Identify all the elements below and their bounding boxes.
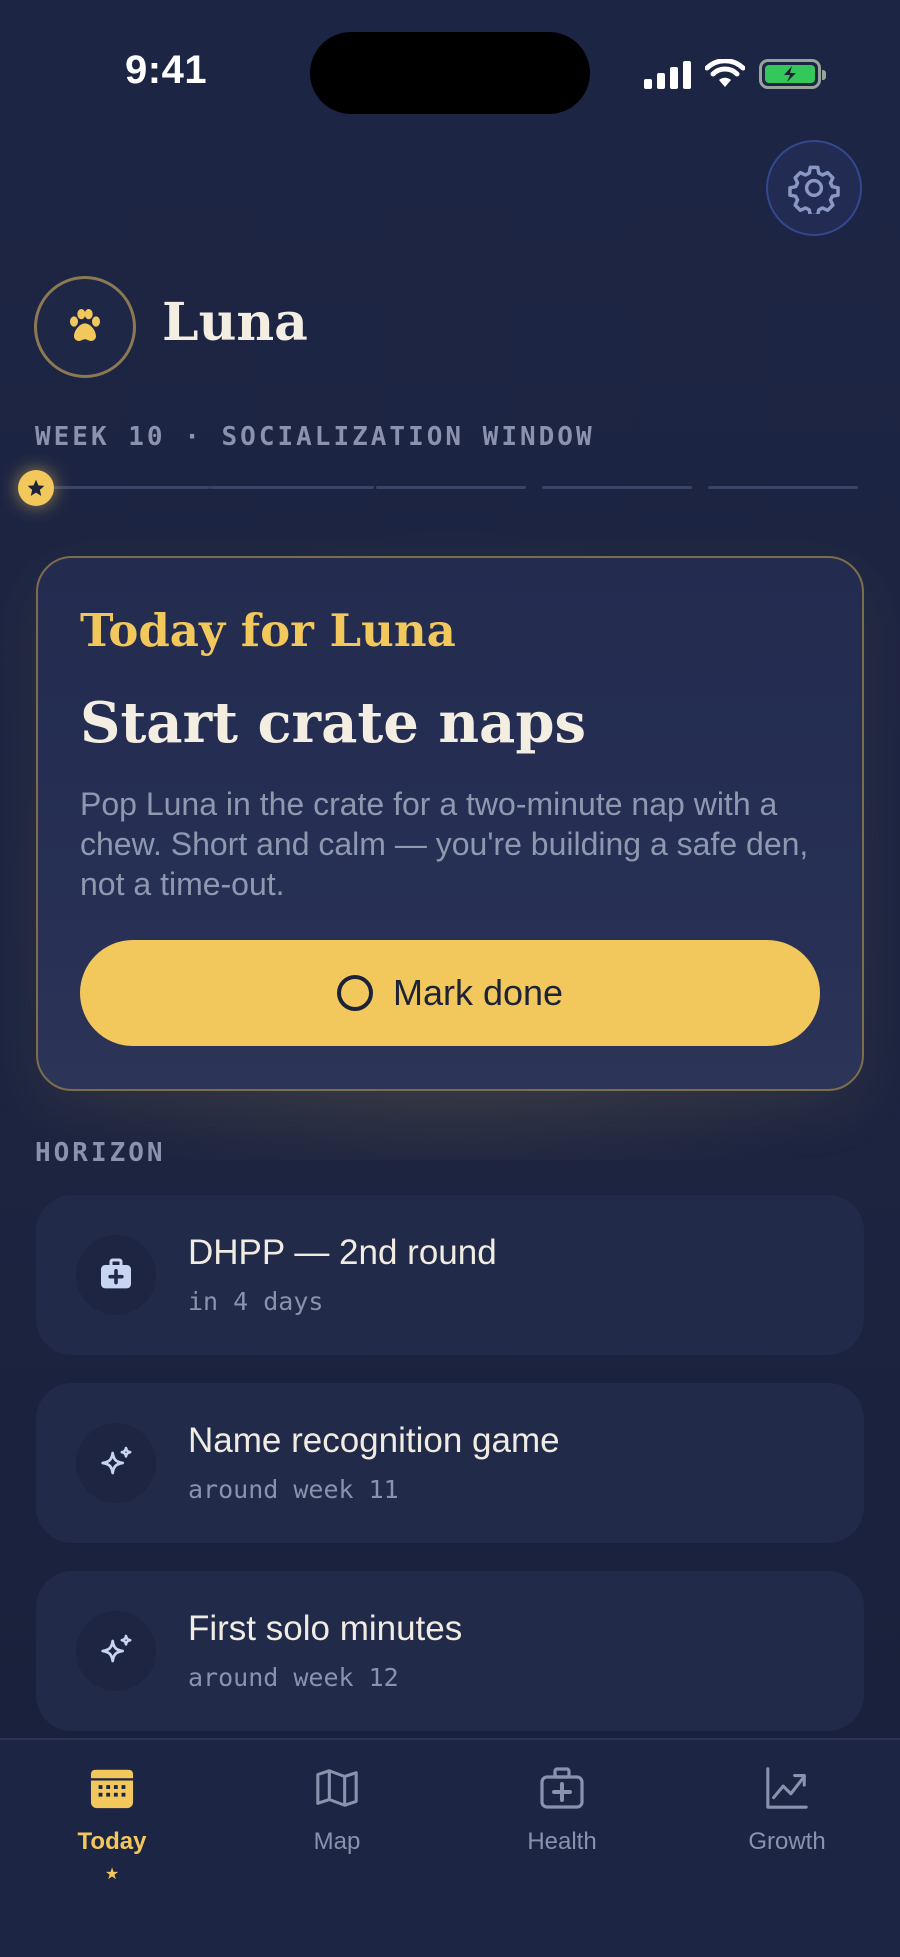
status-bar: 9:41 (0, 0, 900, 150)
horizon-item-subtitle: around week 11 (188, 1475, 399, 1504)
horizon-item-subtitle: in 4 days (188, 1287, 324, 1316)
today-title: Start crate naps (80, 690, 587, 756)
progress-segment (36, 486, 210, 489)
empty-circle-icon (336, 975, 373, 1011)
tab-health[interactable]: Health (472, 1764, 652, 1894)
progress-segment (708, 486, 858, 489)
status-icons (644, 54, 826, 94)
horizon-item[interactable]: First solo minutes around week 12 (36, 1571, 864, 1731)
today-kicker: Today for Luna (80, 604, 456, 657)
gear-icon (788, 165, 840, 214)
settings-button[interactable] (766, 140, 862, 236)
horizon-item-title: First solo minutes (188, 1609, 463, 1648)
progress-segment (376, 486, 526, 489)
week-label: WEEK 10 · SOCIALIZATION WINDOW (35, 422, 595, 452)
sparkles-icon (76, 1423, 156, 1503)
pet-name: Luna (162, 292, 308, 353)
medical-kit-icon (538, 1764, 586, 1812)
medical-kit-icon (76, 1235, 156, 1315)
progress-segment (210, 486, 374, 489)
pet-avatar[interactable] (34, 276, 136, 378)
mark-done-label: Mark done (392, 972, 564, 1013)
current-week-star-icon (18, 470, 54, 506)
tab-label: Health (527, 1828, 597, 1855)
status-time: 9:41 (125, 48, 208, 92)
horizon-heading: HORIZON (35, 1138, 166, 1168)
horizon-item-title: Name recognition game (188, 1421, 560, 1460)
paw-icon (69, 309, 101, 341)
tab-label: Growth (748, 1828, 826, 1855)
horizon-item[interactable]: Name recognition game around week 11 (36, 1383, 864, 1543)
tab-bar: Today ★ Map Health Growth (0, 1738, 900, 1957)
week-progress (18, 470, 858, 506)
map-icon (313, 1764, 361, 1812)
tab-label: Map (313, 1828, 361, 1855)
tab-map[interactable]: Map (247, 1764, 427, 1894)
wifi-icon (705, 59, 745, 87)
tab-today[interactable]: Today ★ (22, 1764, 202, 1894)
tab-growth[interactable]: Growth (697, 1764, 877, 1894)
mark-done-button[interactable]: Mark done (80, 940, 820, 1046)
chart-icon (763, 1764, 811, 1812)
cellular-signal-icon (644, 59, 691, 89)
app-screen: 9:41 Luna WEEK 10 · SOCIALIZATION WINDOW… (0, 0, 900, 1957)
horizon-item-subtitle: around week 12 (188, 1663, 399, 1692)
horizon-item-title: DHPP — 2nd round (188, 1233, 497, 1272)
today-description: Pop Luna in the crate for a two-minute n… (80, 786, 809, 902)
sparkles-icon (76, 1611, 156, 1691)
progress-segment (542, 486, 692, 489)
active-tab-star-icon: ★ (104, 1866, 120, 1883)
battery-icon (759, 59, 826, 89)
tab-label: Today (77, 1828, 147, 1855)
horizon-item[interactable]: DHPP — 2nd round in 4 days (36, 1195, 864, 1355)
dynamic-island (310, 32, 590, 114)
calendar-icon (88, 1764, 136, 1812)
